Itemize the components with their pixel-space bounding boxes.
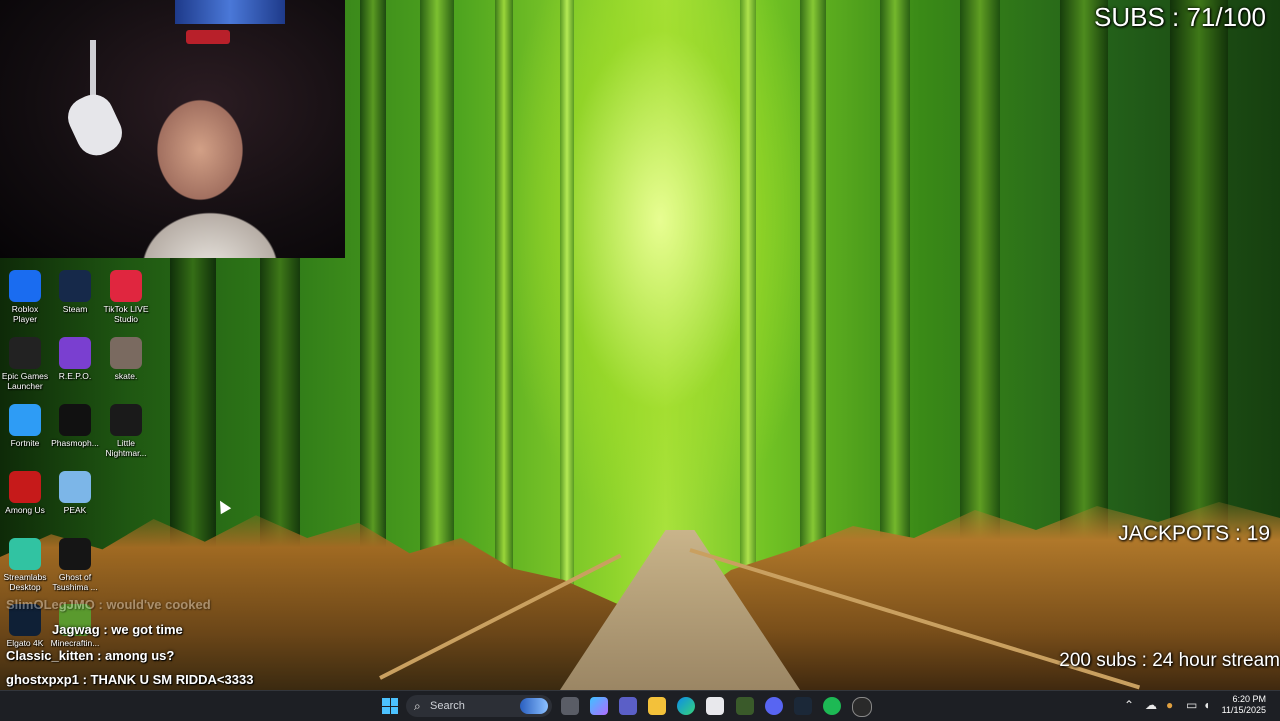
cloud-icon[interactable]: ☁ [1145, 698, 1157, 712]
desktop-icon-label: Elgato 4K [6, 638, 44, 648]
desktop-icon-label: Little Nightmar... [105, 438, 147, 458]
windows-logo-icon [390, 706, 398, 714]
streamlabs-icon [9, 538, 41, 570]
chat-username: ghostxpxp1 [6, 672, 79, 687]
webcam-feed [0, 0, 345, 258]
taskbar-clock[interactable]: 6:20 PM 11/15/2025 [1222, 694, 1266, 716]
bamboo-stalk [360, 0, 386, 610]
edge-icon[interactable] [677, 697, 695, 715]
taskbar-search[interactable]: ⌕ Search [406, 695, 552, 717]
desktop-icon-label: Steam [62, 304, 88, 314]
roblox-icon [9, 270, 41, 302]
skate-icon [110, 337, 142, 369]
desktop-icon-label: Fortnite [10, 438, 40, 448]
store-icon[interactable] [706, 697, 724, 715]
game-icon[interactable] [736, 697, 754, 715]
desktop-icon[interactable]: Roblox Player [0, 270, 50, 324]
chat-username: Classic_kitten [6, 648, 94, 663]
bamboo-stalk [495, 0, 513, 610]
chat-text: : THANK U SM RIDDA<3333 [82, 672, 254, 687]
chat-username: Jagwag [52, 622, 100, 637]
repo-icon [59, 337, 91, 369]
clock-date: 11/15/2025 [1221, 705, 1266, 715]
subs-counter: SUBS : 71/100 [1094, 2, 1266, 32]
volume-icon[interactable]: ◖ [1203, 698, 1210, 712]
desktop-icon[interactable]: Little Nightmar... [101, 404, 151, 458]
microphone [61, 88, 129, 162]
desktop-icon-label: skate. [114, 371, 138, 381]
bamboo-stalk [740, 0, 756, 610]
desktop-icon-label: Among Us [5, 505, 45, 515]
windows-logo-icon [390, 698, 398, 706]
desktop-icon[interactable]: Steam [50, 270, 100, 314]
file-explorer-icon[interactable] [648, 697, 666, 715]
chat-message: ghostxpxp1 : THANK U SM RIDDA<3333 [6, 672, 253, 687]
desktop-icon[interactable]: Fortnite [0, 404, 50, 448]
desktop-icon-label: PEAK [63, 505, 87, 515]
obs-icon[interactable] [852, 697, 872, 717]
chat-username: SlimOLegJMO [6, 597, 95, 612]
start-button[interactable] [382, 698, 398, 714]
network-icon[interactable]: ▭ [1186, 698, 1197, 712]
stream-goal: 200 subs : 24 hour stream [1059, 650, 1280, 671]
copilot-icon[interactable] [590, 697, 608, 715]
steam-icon [59, 270, 91, 302]
background-monitor [175, 0, 285, 24]
taskbar: ⌕ Search ⌃ ☁ ● ▭ ◖ 6:20 PM 11/15/2025 [0, 690, 1280, 721]
desktop-icon[interactable]: TikTok LIVE Studio [101, 270, 151, 324]
discord-icon[interactable] [765, 697, 783, 715]
phasmophobia-icon [59, 404, 91, 436]
steam-icon[interactable] [794, 697, 812, 715]
chat-text: : would've cooked [98, 597, 211, 612]
bamboo-stalk [800, 0, 826, 610]
tiktok-icon [110, 270, 142, 302]
desktop-icon-label: TikTok LIVE Studio [103, 304, 149, 324]
search-icon: ⌕ [414, 699, 421, 713]
desktop-icon[interactable]: Streamlabs Desktop [0, 538, 50, 592]
epic-games-icon [9, 337, 41, 369]
little-nightmares-icon [110, 404, 142, 436]
streamer [120, 80, 290, 258]
desktop-icon[interactable]: Phasmoph... [50, 404, 100, 448]
desktop-icon-label: Minecraftin... [50, 638, 100, 648]
desktop-icon-label: Epic Games Launcher [1, 371, 49, 391]
spotify-icon[interactable] [823, 697, 841, 715]
microphone-icon[interactable]: ● [1166, 698, 1173, 712]
bamboo-stalk [560, 0, 574, 610]
desktop-icon[interactable]: PEAK [50, 471, 100, 515]
chat-text: : we got time [103, 622, 183, 637]
among-us-icon [9, 471, 41, 503]
fortnite-icon [9, 404, 41, 436]
windows-logo-icon [382, 698, 390, 706]
desktop-icon[interactable]: Ghost of Tsushima ... [50, 538, 100, 592]
ghost-of-tsushima-icon [59, 538, 91, 570]
background-light [186, 30, 230, 44]
bamboo-stalk [880, 0, 910, 610]
desktop-icon[interactable]: R.E.P.O. [50, 337, 100, 381]
desktop-icon-label: Ghost of Tsushima ... [52, 572, 98, 592]
chevron-up-icon[interactable]: ⌃ [1124, 698, 1134, 712]
chat-message: Jagwag : we got time [52, 622, 183, 637]
desktop-icon-label: Phasmoph... [51, 438, 99, 448]
clock-time: 6:20 PM [1232, 694, 1266, 704]
desktop-icon[interactable]: Among Us [0, 471, 50, 515]
windows-logo-icon [382, 706, 390, 714]
chat-text: : among us? [97, 648, 175, 663]
jackpots-counter: JACKPOTS : 19 [1118, 522, 1270, 545]
desktop-icon[interactable]: Epic Games Launcher [0, 337, 50, 391]
search-highlight-icon [520, 698, 548, 714]
desktop-icon-label: R.E.P.O. [58, 371, 92, 381]
peak-icon [59, 471, 91, 503]
desktop-icon-label: Roblox Player [11, 304, 39, 324]
desktop-icon[interactable]: skate. [101, 337, 151, 381]
chat-message: Classic_kitten : among us? [6, 648, 174, 663]
chat-message: SlimOLegJMO : would've cooked [6, 597, 211, 612]
search-placeholder: Search [430, 700, 465, 712]
desktop-icon-label: Streamlabs Desktop [3, 572, 47, 592]
teams-icon[interactable] [619, 697, 637, 715]
task-view-icon[interactable] [561, 697, 579, 715]
bamboo-stalk [420, 0, 454, 610]
